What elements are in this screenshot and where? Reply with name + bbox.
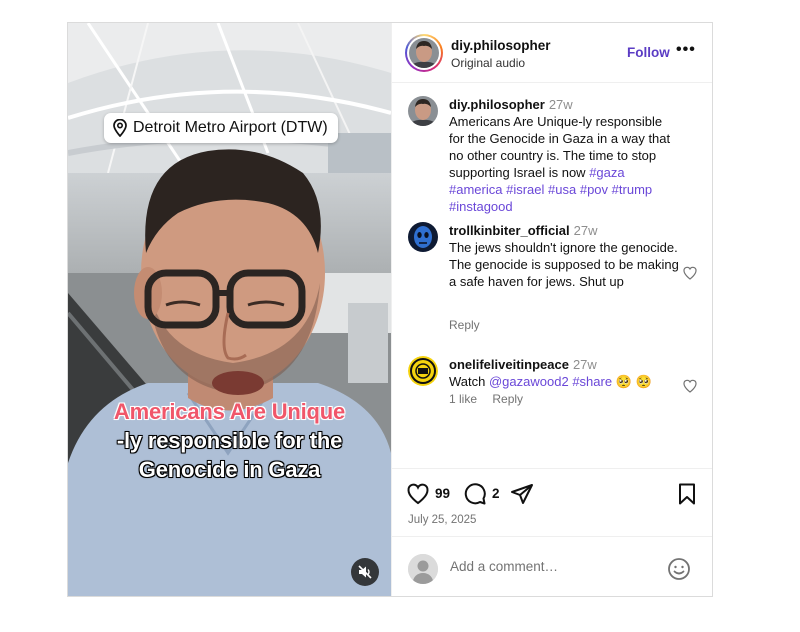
hashtag[interactable]: #pov	[580, 182, 608, 197]
comment-meta: Reply	[449, 318, 492, 332]
likes-count[interactable]: 99	[435, 486, 450, 501]
reply-button[interactable]: Reply	[492, 392, 523, 406]
bookmark-icon[interactable]	[675, 482, 699, 506]
comment-username[interactable]: onelifeliveitinpeace	[449, 357, 569, 372]
location-pin-icon	[113, 119, 127, 137]
hashtag[interactable]: #trump	[612, 182, 652, 197]
like-icon[interactable]	[406, 482, 430, 506]
post-side-panel: diy.philosopher Original audio Follow ••…	[391, 23, 712, 596]
comment-meta: 1 like Reply	[449, 392, 535, 406]
likes-count-button[interactable]: 1 like	[449, 392, 477, 406]
avatar-image	[409, 38, 439, 68]
comment-body: trollkinbiter_official 27w The jews shoul…	[449, 222, 679, 290]
follow-button[interactable]: Follow	[627, 45, 670, 60]
location-label: Detroit Metro Airport (DTW)	[133, 119, 328, 136]
author-avatar-small[interactable]	[408, 96, 438, 126]
caption-time: 27w	[548, 97, 573, 112]
post-date[interactable]: July 25, 2025	[408, 514, 476, 526]
comment-time: 27w	[573, 223, 598, 238]
caption-body: diy.philosopher 27w Americans Are Unique-…	[449, 96, 679, 215]
hashtag[interactable]: #usa	[548, 182, 576, 197]
comment-body: onelifeliveitinpeace 27w Watch @gazawood2…	[449, 356, 679, 390]
post-card: Detroit Metro Airport (DTW) Americans Ar…	[67, 22, 713, 597]
caption-line-2: -ly responsible for the	[116, 428, 343, 453]
comment-icon[interactable]	[463, 482, 487, 506]
comment-text: The jews shouldn't ignore the genocide. …	[449, 240, 679, 289]
person-graphic	[68, 149, 391, 596]
hashtag[interactable]: #gaza	[589, 165, 624, 180]
mute-button[interactable]	[351, 558, 379, 586]
share-icon[interactable]	[510, 482, 534, 506]
author-username[interactable]: diy.philosopher	[451, 38, 551, 53]
video-caption: Americans Are Unique -ly responsible for…	[68, 397, 391, 484]
comment-text: Watch	[449, 374, 489, 389]
caption-text: Americans Are Unique-ly responsible for …	[449, 114, 671, 180]
post-header: diy.philosopher Original audio Follow ••…	[392, 23, 712, 83]
current-user-avatar	[408, 554, 438, 584]
location-tag[interactable]: Detroit Metro Airport (DTW)	[104, 113, 338, 143]
emoji-icon[interactable]	[667, 557, 691, 581]
like-comment-icon[interactable]	[682, 378, 698, 394]
audio-label[interactable]: Original audio	[451, 56, 525, 70]
comment-input[interactable]	[450, 559, 650, 574]
commenter-avatar[interactable]	[408, 222, 438, 252]
like-comment-icon[interactable]	[682, 265, 698, 281]
reply-button[interactable]: Reply	[449, 318, 480, 332]
comment-emojis: 🥺 🥺	[615, 374, 652, 389]
commenter-avatar[interactable]	[408, 356, 438, 386]
hashtag[interactable]: #america	[449, 182, 502, 197]
comments-list[interactable]: diy.philosopher 27w Americans Are Unique-…	[392, 84, 712, 468]
post-actions: 99 2 July 25, 2025	[392, 468, 712, 535]
video-player[interactable]: Detroit Metro Airport (DTW) Americans Ar…	[68, 23, 391, 596]
speaker-muted-icon	[358, 565, 372, 579]
hashtag[interactable]: #share	[572, 374, 612, 389]
more-options-icon[interactable]: •••	[676, 41, 696, 59]
hashtag[interactable]: #instagood	[449, 199, 513, 214]
comment-username[interactable]: trollkinbiter_official	[449, 223, 570, 238]
caption-line-1: Americans Are Unique	[113, 399, 346, 424]
hashtag[interactable]: #israel	[506, 182, 544, 197]
comments-count[interactable]: 2	[492, 486, 500, 501]
author-avatar[interactable]	[405, 34, 443, 72]
comment-time: 27w	[572, 357, 597, 372]
mention-link[interactable]: @gazawood2	[489, 374, 569, 389]
caption-line-3: Genocide in Gaza	[138, 457, 321, 482]
add-comment-bar	[392, 536, 712, 596]
caption-username[interactable]: diy.philosopher	[449, 97, 545, 112]
